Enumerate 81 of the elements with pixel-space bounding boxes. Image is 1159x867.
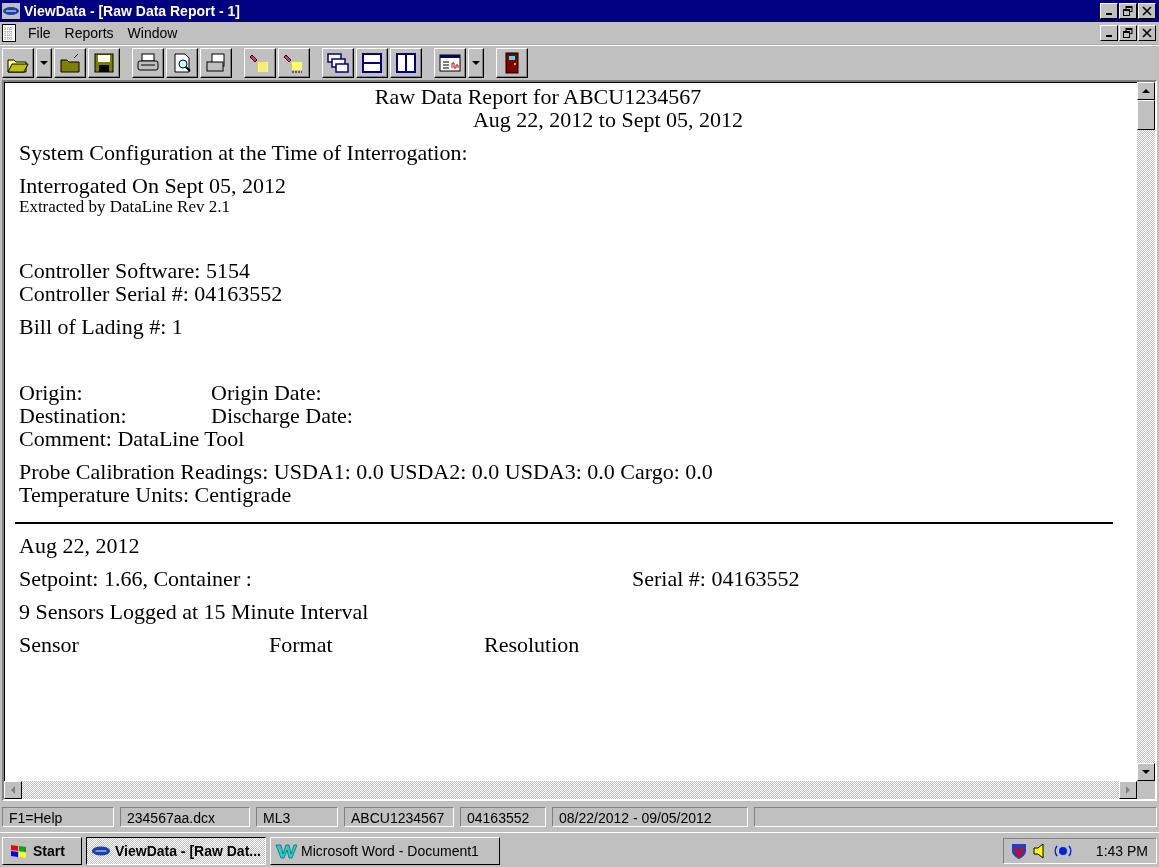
scroll-right-button[interactable] (1119, 781, 1137, 799)
menu-item[interactable]: Reports (58, 25, 120, 41)
window-title: ViewData - [Raw Data Report - 1] (24, 3, 241, 19)
menu-item[interactable]: Window (121, 25, 184, 41)
scroll-down-button[interactable] (1137, 763, 1155, 781)
status-pane: 04163552 (460, 807, 546, 827)
report-text: Destination: (19, 404, 128, 427)
close-button[interactable] (1138, 3, 1156, 19)
scroll-thumb[interactable] (1137, 100, 1155, 130)
scroll-up-button[interactable] (1137, 82, 1155, 100)
taskbar-button[interactable]: ViewData - [Raw Dat... (86, 837, 266, 865)
restore-icon (1123, 28, 1133, 38)
vertical-scrollbar[interactable] (1137, 82, 1155, 781)
report-text: Bill of Lading #: 1 (19, 315, 183, 338)
report-text: Origin Date: (211, 381, 322, 404)
close-button[interactable] (1138, 25, 1156, 41)
restore-button[interactable] (1119, 3, 1137, 19)
report-text: Temperature Units: Centigrade (19, 483, 292, 506)
report-text: Discharge Date: (211, 404, 353, 427)
shield-icon[interactable] (1009, 842, 1028, 860)
page-setup-icon[interactable] (200, 48, 232, 78)
report-text: Setpoint: 1.66, Container : (19, 567, 253, 590)
minimize-icon (1106, 13, 1112, 15)
tile-vertical-icon[interactable] (390, 48, 422, 78)
status-pane: 08/22/2012 - 09/05/2012 (552, 807, 748, 827)
up-arrow-icon (1142, 87, 1150, 95)
report-text: Resolution (484, 633, 581, 656)
report-text: Comment: DataLine Tool (19, 427, 245, 450)
cascade-windows-icon[interactable] (322, 48, 354, 78)
restore-button[interactable] (1119, 25, 1137, 41)
report-title: Raw Data Report for ABCU1234567 (373, 85, 703, 108)
close-icon (1142, 6, 1152, 16)
status-pane: 234567aa.dcx (120, 807, 250, 827)
report-text: Format (269, 633, 334, 656)
left-arrow-icon (9, 786, 17, 794)
taskbar-button[interactable]: Microsoft Word - Document1 (270, 837, 500, 865)
report-text: Controller Serial #: 04163552 (19, 282, 283, 305)
print-preview-icon[interactable] (166, 48, 198, 78)
report-text: Controller Software: 5154 (19, 259, 250, 282)
minimize-button[interactable] (1100, 25, 1118, 41)
dropdown-button[interactable] (468, 48, 484, 78)
down-arrow-icon (1142, 768, 1150, 776)
status-pane: ABCU1234567 (344, 807, 454, 827)
minimize-button[interactable] (1100, 3, 1118, 19)
report-text: Probe Calibration Readings: USDA1: 0.0 USDA2: 0.0 USDA3: 0.0 Cargo: 0.0 (19, 460, 713, 483)
report-text: Sensor (19, 633, 80, 656)
close-icon (1142, 28, 1152, 38)
highlighter-icon[interactable] (278, 48, 310, 78)
folder-icon[interactable] (54, 48, 86, 78)
status-pane: ML3 (256, 807, 338, 827)
start-button[interactable]: Start (2, 837, 82, 865)
scroll-left-button[interactable] (4, 781, 22, 799)
printer-icon[interactable] (132, 48, 164, 78)
app-icon (2, 3, 20, 19)
save-icon[interactable] (88, 48, 120, 78)
report-subtitle: Aug 22, 2012 to Sept 05, 2012 (472, 108, 745, 131)
scrollbar-corner (1137, 781, 1155, 799)
highlighter-icon[interactable] (244, 48, 276, 78)
menu-item[interactable]: File (22, 25, 57, 41)
document-icon (2, 24, 16, 42)
open-folder-icon[interactable] (2, 48, 34, 78)
report-text: Serial #: 04163552 (632, 567, 800, 590)
report-text: Origin: (19, 381, 84, 404)
chart-window-icon[interactable] (434, 48, 466, 78)
caret-icon (40, 60, 48, 66)
word-icon (275, 843, 297, 859)
report-text: Extracted by DataLine Rev 2.1 (19, 197, 230, 216)
report-text: 9 Sensors Logged at 15 Minute Interval (19, 600, 369, 623)
caret-icon (472, 60, 480, 66)
report-text: System Configuration at the Time of Interrogation: (19, 141, 468, 164)
restore-icon (1123, 6, 1133, 16)
report-text: Aug 22, 2012 (19, 534, 140, 557)
door-icon[interactable] (496, 48, 528, 78)
status-pane: F1=Help (2, 807, 114, 827)
horizontal-scrollbar[interactable] (4, 781, 1155, 799)
clock: 1:43 PM (1095, 843, 1148, 859)
right-arrow-icon (1124, 786, 1132, 794)
dropdown-button[interactable] (36, 48, 52, 78)
report-text: Interrogated On Sept 05, 2012 (19, 174, 286, 197)
tile-horizontal-icon[interactable] (356, 48, 388, 78)
minimize-icon (1106, 35, 1112, 37)
